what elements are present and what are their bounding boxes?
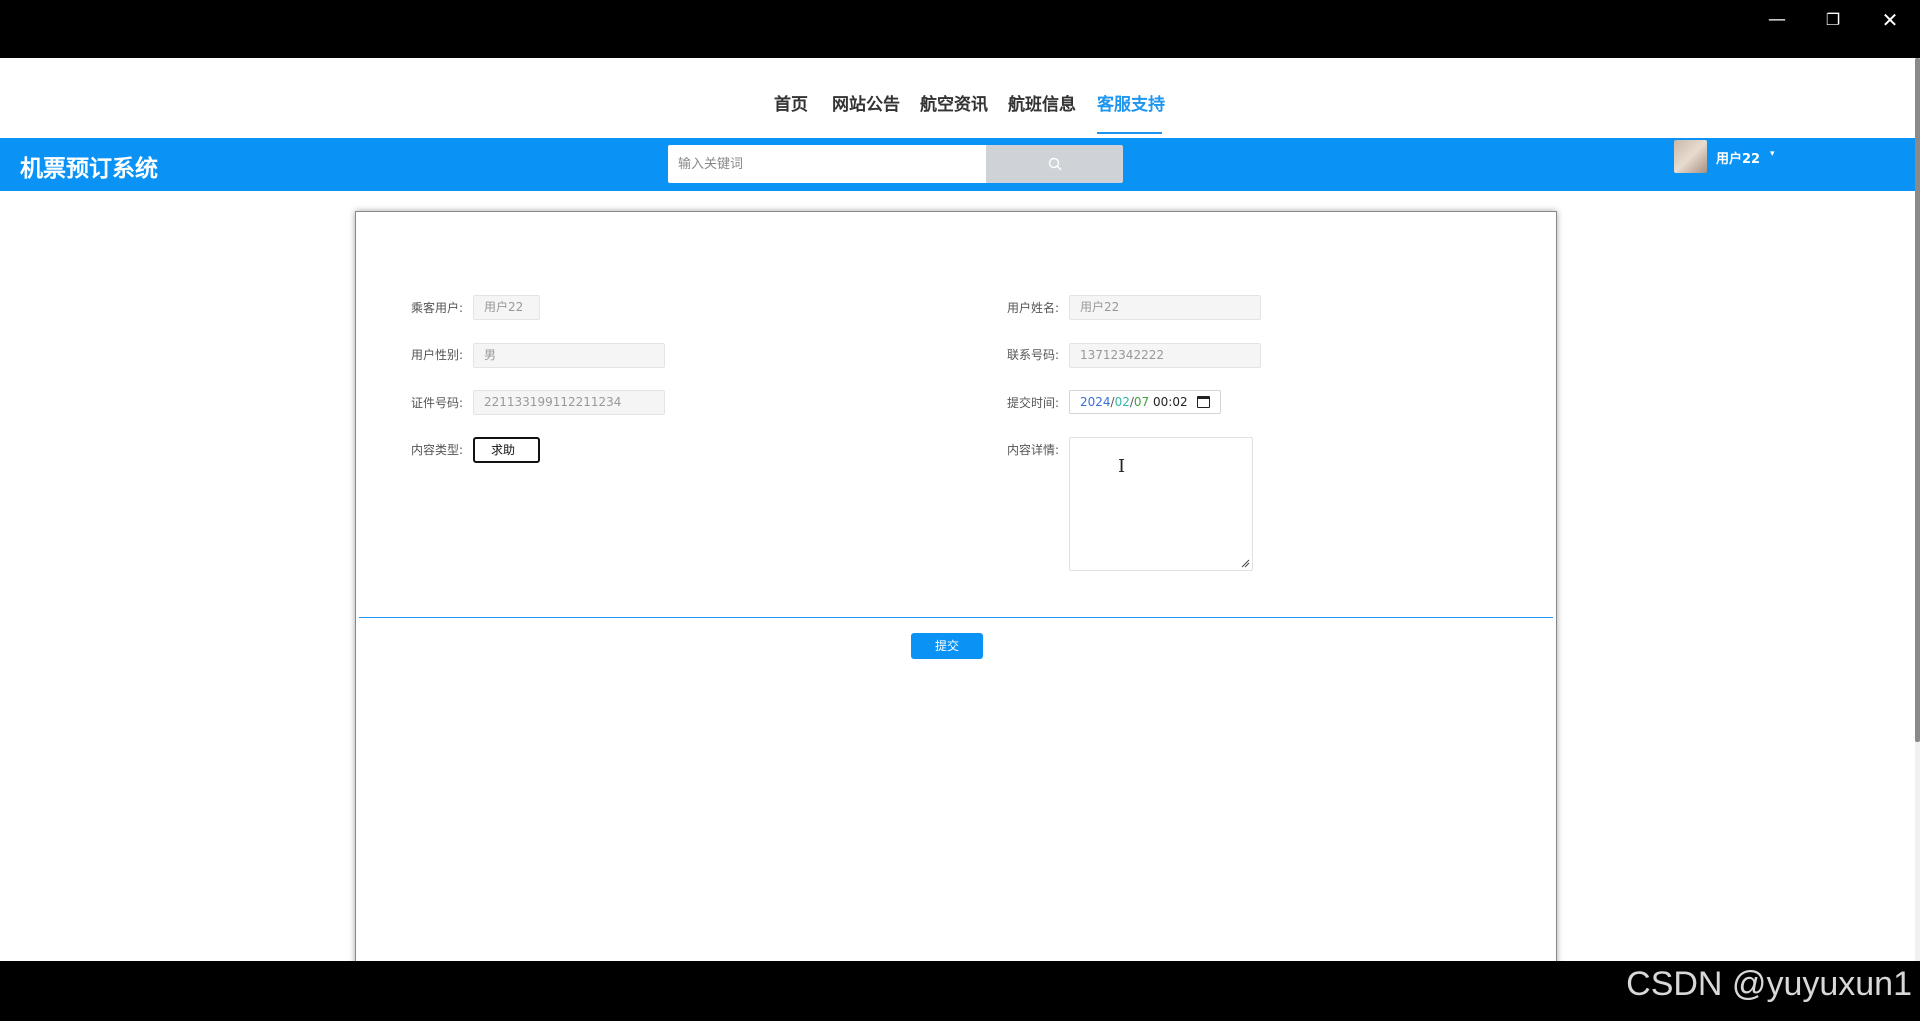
content-type-select[interactable]: 求助 [473,437,540,463]
form-divider [359,617,1553,618]
date-time[interactable]: 00:02 [1153,395,1188,409]
passenger-field: 用户22 [473,295,540,320]
restore-icon[interactable]: ❐ [1813,6,1853,34]
gender-label: 用户性别: [411,348,464,362]
content-detail-textarea[interactable] [1069,437,1253,571]
passenger-label: 乘客用户: [411,301,464,315]
content-detail-label: 内容详情: [1007,443,1060,457]
bottom-bar: CSDN @yuyuxun1 [0,961,1920,1021]
support-form-card: 乘客用户: 用户22 用户性别: 男 证件号码: 221133199112211… [355,211,1557,961]
chevron-down-icon[interactable]: ▾ [1770,149,1775,159]
header-bar: 机票预订系统 用户22 ▾ [0,138,1915,191]
user-name[interactable]: 用户22 [1716,148,1760,167]
scrollbar-thumb[interactable] [1915,58,1920,742]
close-icon[interactable]: ✕ [1870,6,1910,34]
submit-time-label: 提交时间: [1007,396,1060,410]
date-day[interactable]: 07 [1134,395,1149,409]
page-viewport: 首页 网站公告 航空资讯 航班信息 客服支持 机票预订系统 用户22 ▾ 乘客用… [0,58,1920,961]
resize-handle-icon[interactable] [1240,558,1250,568]
user-name-label: 用户姓名: [1007,301,1060,315]
avatar[interactable] [1674,140,1707,173]
nav-item-flight-info[interactable]: 航班信息 [1008,90,1076,115]
search-input[interactable] [668,145,986,183]
date-month[interactable]: 02 [1115,395,1130,409]
id-number-label: 证件号码: [411,396,464,410]
nav-item-announcements[interactable]: 网站公告 [832,90,900,115]
page-scrollbar[interactable] [1915,58,1920,961]
search-button[interactable] [986,145,1123,183]
site-logo-title[interactable]: 机票预订系统 [20,149,158,183]
minimize-icon[interactable]: — [1757,6,1797,34]
text-cursor-icon: I [1118,456,1126,477]
content-type-label: 内容类型: [411,443,464,457]
user-name-field: 用户22 [1069,295,1261,320]
search-icon [1048,157,1062,171]
submit-time-input[interactable]: 2024/02/07 00:02 [1069,390,1221,414]
window-titlebar: — ❐ ✕ [0,0,1920,58]
watermark: CSDN @yuyuxun1 [1626,965,1912,1003]
nav-item-aviation-news[interactable]: 航空资讯 [920,90,988,115]
top-navigation: 首页 网站公告 航空资讯 航班信息 客服支持 [0,58,1915,138]
phone-field: 13712342222 [1069,343,1261,368]
active-tab-indicator [1097,132,1162,134]
date-year[interactable]: 2024 [1080,395,1111,409]
submit-button[interactable]: 提交 [911,633,983,659]
calendar-icon[interactable] [1197,396,1210,408]
phone-label: 联系号码: [1007,348,1060,362]
gender-field: 男 [473,343,665,368]
id-number-field: 221133199112211234 [473,390,665,415]
nav-item-customer-support[interactable]: 客服支持 [1097,90,1165,115]
nav-item-home[interactable]: 首页 [774,90,808,115]
